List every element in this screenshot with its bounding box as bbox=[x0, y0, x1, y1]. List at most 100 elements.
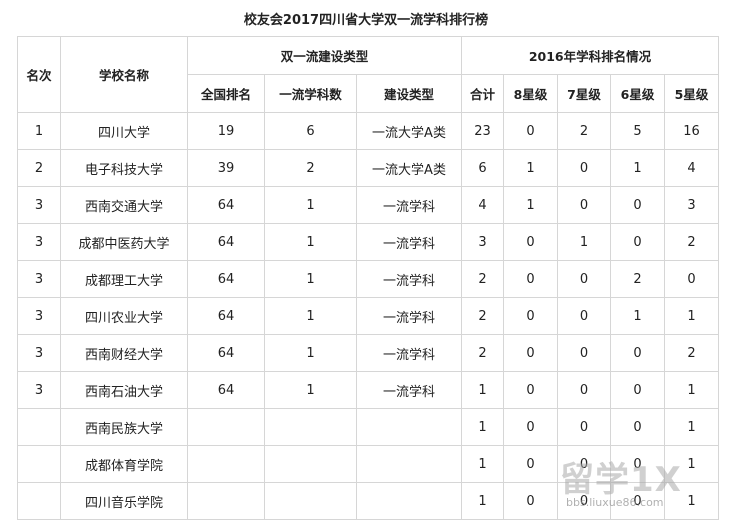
cell-discipline-count bbox=[264, 445, 357, 483]
table-row: 3 成都理工大学 64 1 一流学科 2 0 0 2 0 bbox=[17, 260, 719, 298]
cell-star6: 1 bbox=[610, 297, 665, 335]
cell-build-type: 一流学科 bbox=[356, 186, 462, 224]
cell-school: 西南民族大学 bbox=[60, 408, 188, 446]
header-star8: 8星级 bbox=[503, 74, 558, 113]
cell-rank: 3 bbox=[17, 186, 61, 224]
cell-national-rank: 64 bbox=[187, 371, 265, 409]
ranking-table: 名次 学校名称 双一流建设类型 2016年学科排名情况 全国排名 一流学科数 建… bbox=[17, 36, 719, 520]
cell-total: 2 bbox=[461, 334, 504, 372]
cell-build-type: 一流学科 bbox=[356, 297, 462, 335]
cell-build-type bbox=[356, 445, 462, 483]
cell-build-type bbox=[356, 482, 462, 520]
cell-discipline-count: 1 bbox=[264, 260, 357, 298]
cell-school: 四川大学 bbox=[60, 112, 188, 150]
cell-star7: 0 bbox=[557, 408, 611, 446]
cell-star6: 2 bbox=[610, 260, 665, 298]
cell-total: 2 bbox=[461, 260, 504, 298]
cell-star5: 1 bbox=[664, 297, 719, 335]
page-title: 校友会2017四川省大学双一流学科排行榜 bbox=[243, 13, 489, 28]
header-build-type: 建设类型 bbox=[356, 74, 462, 113]
table-row: 2 电子科技大学 39 2 一流大学A类 6 1 0 1 4 bbox=[17, 149, 719, 187]
cell-star5: 1 bbox=[664, 482, 719, 520]
cell-star8: 0 bbox=[503, 334, 558, 372]
cell-star7: 2 bbox=[557, 112, 611, 150]
cell-total: 1 bbox=[461, 408, 504, 446]
cell-star7: 0 bbox=[557, 260, 611, 298]
cell-school: 成都体育学院 bbox=[60, 445, 188, 483]
cell-star7: 0 bbox=[557, 445, 611, 483]
header-row-group: 名次 学校名称 双一流建设类型 2016年学科排名情况 bbox=[17, 36, 719, 113]
table-row: 3 西南财经大学 64 1 一流学科 2 0 0 0 2 bbox=[17, 334, 719, 372]
cell-rank: 3 bbox=[17, 297, 61, 335]
cell-star7: 0 bbox=[557, 186, 611, 224]
header-national-rank: 全国排名 bbox=[187, 74, 265, 113]
cell-discipline-count: 1 bbox=[264, 186, 357, 224]
cell-star8: 0 bbox=[503, 223, 558, 261]
cell-national-rank bbox=[187, 408, 265, 446]
cell-discipline-count bbox=[264, 408, 357, 446]
cell-school: 西南石油大学 bbox=[60, 371, 188, 409]
cell-discipline-count: 1 bbox=[264, 223, 357, 261]
cell-discipline-count: 2 bbox=[264, 149, 357, 187]
cell-star8: 0 bbox=[503, 112, 558, 150]
cell-build-type: 一流学科 bbox=[356, 371, 462, 409]
cell-national-rank: 64 bbox=[187, 297, 265, 335]
cell-star5: 2 bbox=[664, 223, 719, 261]
header-star7: 7星级 bbox=[557, 74, 611, 113]
cell-star8: 0 bbox=[503, 260, 558, 298]
cell-discipline-count: 6 bbox=[264, 112, 357, 150]
cell-star5: 1 bbox=[664, 445, 719, 483]
cell-national-rank bbox=[187, 445, 265, 483]
cell-national-rank: 64 bbox=[187, 260, 265, 298]
cell-rank: 3 bbox=[17, 223, 61, 261]
cell-star5: 2 bbox=[664, 334, 719, 372]
table-row: 3 成都中医药大学 64 1 一流学科 3 0 1 0 2 bbox=[17, 223, 719, 261]
cell-school: 四川音乐学院 bbox=[60, 482, 188, 520]
cell-discipline-count bbox=[264, 482, 357, 520]
cell-rank bbox=[17, 408, 61, 446]
cell-star5: 16 bbox=[664, 112, 719, 150]
cell-rank bbox=[17, 482, 61, 520]
cell-star8: 0 bbox=[503, 482, 558, 520]
cell-discipline-count: 1 bbox=[264, 297, 357, 335]
table-row: 西南民族大学 1 0 0 0 1 bbox=[17, 408, 719, 446]
cell-school: 西南财经大学 bbox=[60, 334, 188, 372]
header-total: 合计 bbox=[461, 74, 504, 113]
cell-school: 西南交通大学 bbox=[60, 186, 188, 224]
cell-national-rank bbox=[187, 482, 265, 520]
cell-total: 4 bbox=[461, 186, 504, 224]
cell-school: 成都理工大学 bbox=[60, 260, 188, 298]
cell-rank bbox=[17, 445, 61, 483]
table-row: 1 四川大学 19 6 一流大学A类 23 0 2 5 16 bbox=[17, 112, 719, 150]
header-star5: 5星级 bbox=[664, 74, 719, 113]
cell-build-type: 一流大学A类 bbox=[356, 149, 462, 187]
cell-build-type: 一流学科 bbox=[356, 334, 462, 372]
cell-discipline-count: 1 bbox=[264, 371, 357, 409]
cell-star8: 0 bbox=[503, 297, 558, 335]
cell-rank: 1 bbox=[17, 112, 61, 150]
cell-rank: 3 bbox=[17, 334, 61, 372]
cell-star8: 0 bbox=[503, 371, 558, 409]
cell-discipline-count: 1 bbox=[264, 334, 357, 372]
header-star6: 6星级 bbox=[610, 74, 665, 113]
cell-star7: 0 bbox=[557, 334, 611, 372]
cell-star8: 1 bbox=[503, 186, 558, 224]
cell-total: 3 bbox=[461, 223, 504, 261]
cell-star5: 4 bbox=[664, 149, 719, 187]
cell-star6: 5 bbox=[610, 112, 665, 150]
cell-national-rank: 64 bbox=[187, 186, 265, 224]
table-row: 成都体育学院 1 0 0 0 1 bbox=[17, 445, 719, 483]
cell-star8: 0 bbox=[503, 408, 558, 446]
cell-build-type: 一流学科 bbox=[356, 223, 462, 261]
table-row: 四川音乐学院 1 0 0 0 1 bbox=[17, 482, 719, 520]
cell-build-type bbox=[356, 408, 462, 446]
cell-total: 23 bbox=[461, 112, 504, 150]
cell-star6: 1 bbox=[610, 149, 665, 187]
header-school: 学校名称 bbox=[60, 36, 188, 113]
cell-national-rank: 64 bbox=[187, 334, 265, 372]
cell-star8: 1 bbox=[503, 149, 558, 187]
cell-rank: 2 bbox=[17, 149, 61, 187]
cell-star7: 0 bbox=[557, 149, 611, 187]
cell-school: 电子科技大学 bbox=[60, 149, 188, 187]
cell-star5: 3 bbox=[664, 186, 719, 224]
